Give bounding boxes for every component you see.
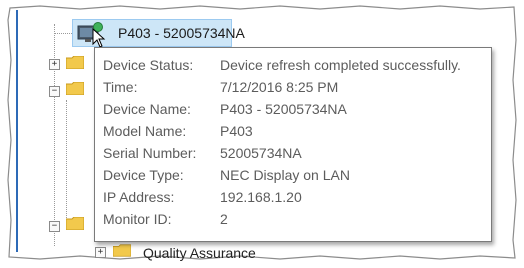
tooltip-value: 52005734NA — [220, 145, 302, 161]
tooltip-value: 7/12/2016 8:25 PM — [220, 79, 339, 95]
tooltip-label: Monitor ID: — [103, 211, 172, 227]
tooltip-label: Model Name: — [103, 123, 187, 139]
device-info-tooltip: Device Status: Device refresh completed … — [94, 47, 492, 242]
folder-icon — [66, 56, 84, 69]
expand-icon[interactable]: + — [95, 247, 106, 258]
tooltip-value: NEC Display on LAN — [220, 167, 350, 183]
tooltip-label: Device Type: — [103, 167, 184, 183]
tooltip-label: Time: — [103, 79, 138, 95]
tooltip-label: Device Name: — [103, 101, 191, 117]
tooltip-value: P403 — [220, 123, 253, 139]
tooltip-label: Serial Number: — [103, 145, 197, 161]
folder-icon — [113, 244, 131, 257]
screenshot-frame: P403 - 52005734NA + − − + Quality Assura… — [0, 0, 524, 268]
collapse-icon[interactable]: − — [49, 221, 60, 232]
tree-item-label[interactable]: Quality Assurance — [143, 245, 256, 261]
collapse-icon[interactable]: − — [49, 86, 60, 97]
expand-icon[interactable]: + — [49, 59, 60, 70]
tooltip-value: Device refresh completed successfully. — [220, 57, 461, 73]
folder-icon — [66, 217, 84, 230]
tooltip-label: Device Status: — [103, 57, 194, 73]
window-edge-line — [16, 10, 18, 252]
tooltip-value: P403 - 52005734NA — [220, 101, 347, 117]
tooltip-value: 2 — [220, 211, 228, 227]
tooltip-value: 192.168.1.20 — [220, 189, 302, 205]
tree-connector — [54, 24, 55, 246]
tree-connector — [66, 100, 67, 220]
tooltip-label: IP Address: — [103, 189, 175, 205]
tree-item-label: P403 - 52005734NA — [118, 25, 245, 41]
folder-icon — [66, 82, 84, 95]
